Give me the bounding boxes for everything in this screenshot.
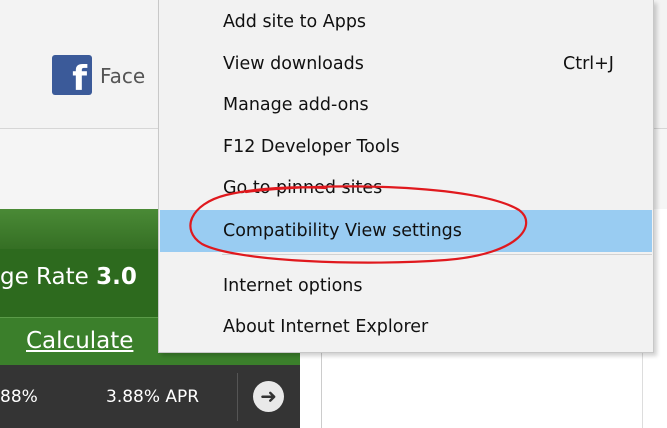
menu-item-label: Compatibility View settings [223, 221, 462, 241]
menu-item-compatibility-view-settings[interactable]: Compatibility View settings [160, 210, 652, 252]
facebook-icon[interactable]: f [52, 55, 92, 95]
menu-item-label: Internet options [223, 276, 363, 296]
menu-item-label: About Internet Explorer [223, 317, 429, 337]
menu-item-go-to-pinned-sites[interactable]: Go to pinned sites [160, 171, 652, 205]
menu-item-label: Go to pinned sites [223, 178, 383, 198]
menu-item-f12-developer-tools[interactable]: F12 Developer Tools [160, 130, 652, 164]
apr-divider [237, 373, 238, 421]
menu-item-label: Add site to Apps [223, 12, 367, 32]
apr-right-value: 3.88% APR [106, 387, 200, 407]
calculate-link[interactable]: Calculate [26, 328, 133, 354]
menu-item-label: F12 Developer Tools [223, 137, 400, 157]
menu-separator [222, 254, 652, 255]
menu-item-add-site-to-apps[interactable]: Add site to Apps [160, 5, 652, 39]
apr-row: 88% 3.88% APR ➜ [0, 365, 300, 428]
menu-item-label: Manage add-ons [223, 95, 369, 115]
menu-item-view-downloads[interactable]: View downloads Ctrl+J [160, 47, 652, 81]
arrow-right-icon[interactable]: ➜ [253, 381, 284, 412]
menu-item-manage-add-ons[interactable]: Manage add-ons [160, 88, 652, 122]
rate-prefix: ge Rate [0, 264, 97, 290]
tools-menu: Add site to Apps View downloads Ctrl+J M… [158, 0, 654, 353]
menu-item-label: View downloads [223, 54, 364, 74]
menu-item-internet-options[interactable]: Internet options [160, 269, 652, 303]
menu-item-about-internet-explorer[interactable]: About Internet Explorer [160, 310, 652, 344]
rate-value: 3.0 [96, 264, 137, 290]
apr-left-value: 88% [0, 387, 38, 407]
menu-item-shortcut: Ctrl+J [563, 54, 614, 74]
